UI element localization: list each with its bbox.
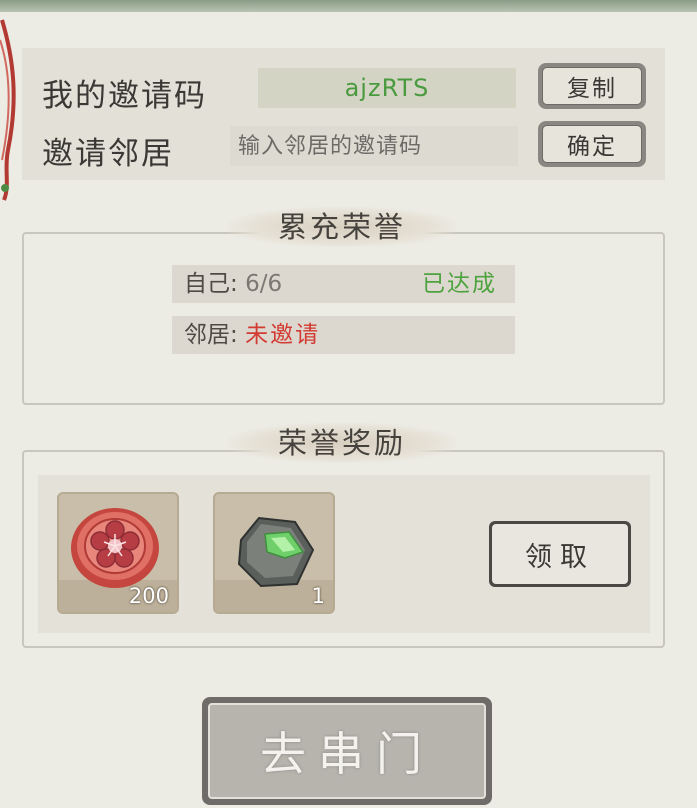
my-invite-code-label: 我的邀请码 [42, 78, 207, 114]
claim-reward-button[interactable]: 领取 [489, 521, 631, 587]
invite-panel: 我的邀请码 ajzRTS 复制 邀请邻居 确定 [22, 48, 665, 180]
reward-item-count: 1 [311, 584, 325, 608]
reward-item-slot[interactable]: 1 [213, 492, 335, 614]
self-label: 自己: [184, 271, 238, 297]
my-invite-code-value: ajzRTS [258, 68, 516, 108]
honor-section-title: 累充荣誉 [228, 207, 456, 247]
confirm-button-label: 确定 [542, 125, 642, 163]
copy-button[interactable]: 复制 [538, 63, 646, 109]
copy-button-label: 复制 [542, 67, 642, 105]
reward-item-slot[interactable]: 200 [57, 492, 179, 614]
neighbor-status-badge: 未邀请 [245, 322, 321, 348]
self-status-badge: 已达成 [422, 271, 497, 297]
neighbor-invite-code-input[interactable] [230, 126, 518, 166]
top-border-band [0, 0, 697, 12]
invite-neighbor-label: 邀请邻居 [42, 136, 174, 172]
neighbor-label: 邻居: [184, 322, 238, 348]
rewards-section-title: 荣誉奖励 [228, 423, 456, 463]
reward-item-count: 200 [128, 584, 169, 608]
self-progress-value: 6/6 [245, 271, 283, 297]
self-progress-row: 自己: 6/6 已达成 [172, 265, 515, 303]
neighbor-progress-row: 邻居: 未邀请 [172, 316, 515, 354]
confirm-button[interactable]: 确定 [538, 121, 646, 167]
go-visit-button-label: 去串门 [208, 703, 486, 799]
go-visit-button[interactable]: 去串门 [202, 697, 492, 805]
claim-reward-button-label: 领取 [492, 524, 628, 584]
